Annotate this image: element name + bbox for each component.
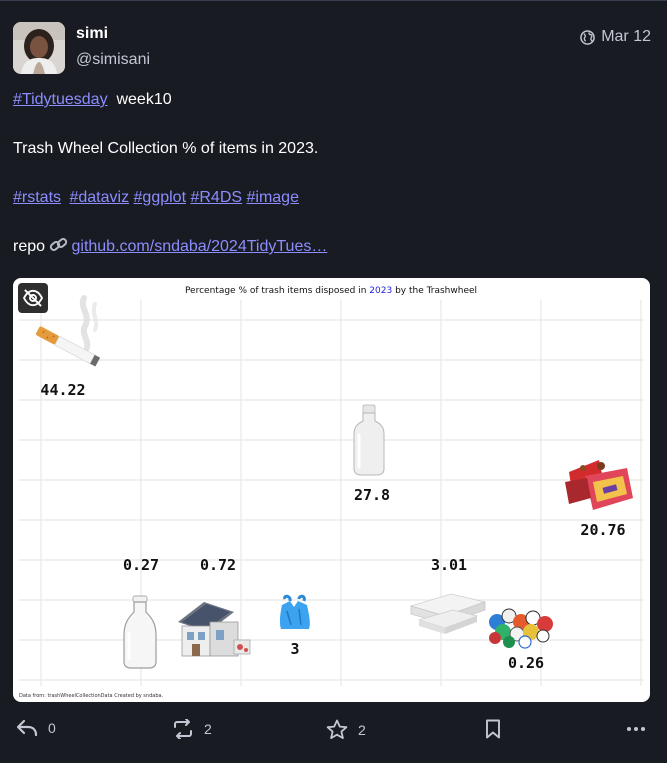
chart-title-year: 2023	[369, 286, 392, 296]
display-name[interactable]: simi	[76, 25, 108, 43]
data-label-polystyrene: 3.01	[431, 556, 467, 574]
repo-line: repo github.com/sndaba/2024TidyTues…	[13, 236, 653, 258]
boost-icon	[174, 719, 192, 739]
more-button[interactable]	[626, 719, 646, 739]
chart-title: Percentage % of trash items disposed in …	[185, 286, 477, 296]
bookmark-button[interactable]	[484, 719, 502, 739]
hashtag-rstats[interactable]: #rstats	[13, 189, 61, 206]
post-timestamp[interactable]: Mar 12	[580, 28, 651, 46]
avatar-image	[13, 22, 65, 74]
hashtag-dataviz[interactable]: #dataviz	[69, 189, 129, 206]
data-label-plastic-bag: 3	[290, 640, 299, 658]
chart-caption: Data from: trashWheelCollectionData Crea…	[19, 693, 164, 699]
week-text: week10	[116, 91, 172, 108]
media-attachment[interactable]: Percentage % of trash items disposed in …	[13, 278, 650, 702]
post-content: #Tidytuesday week10 Trash Wheel Collecti…	[13, 89, 653, 285]
favourite-count: 2	[358, 721, 366, 738]
wrapper-icon	[565, 460, 633, 510]
data-label-house: 0.72	[200, 556, 236, 574]
trash-chart: Percentage % of trash items disposed in …	[19, 286, 644, 699]
content-line-2: Trash Wheel Collection % of items in 202…	[13, 140, 319, 157]
data-label-sports-balls: 0.26	[508, 654, 544, 672]
reply-button[interactable]: 0	[16, 719, 56, 737]
sports-balls-icon	[489, 608, 553, 649]
more-icon	[627, 727, 645, 731]
data-label-plastic-bottle: 27.8	[354, 486, 390, 504]
data-label-cigarette: 44.22	[40, 381, 85, 399]
boost-button[interactable]: 2	[172, 719, 212, 739]
hashtag-tidytuesday[interactable]: #Tidytuesday	[13, 91, 108, 108]
timestamp-text: Mar 12	[601, 28, 651, 45]
house-icon	[178, 602, 251, 657]
hashtag-ggplot[interactable]: #ggplot	[134, 189, 187, 206]
link-icon	[50, 238, 68, 251]
hashtag-image[interactable]: #image	[247, 189, 299, 206]
globe-icon	[580, 29, 596, 45]
status-post: simi @simisani Mar 12 #Tidytuesday week1…	[0, 1, 667, 763]
reply-count: 0	[48, 720, 56, 736]
glass-bottle-icon	[123, 595, 157, 669]
favourite-button[interactable]: 2	[326, 719, 366, 740]
repo-label: repo	[13, 238, 46, 255]
eye-slash-icon	[22, 289, 44, 307]
avatar[interactable]	[13, 22, 65, 74]
hashtag-list: #rstats #dataviz #ggplot #R4DS #image	[13, 187, 653, 209]
plastic-bottle-icon	[353, 404, 385, 476]
bookmark-icon	[486, 719, 500, 739]
hashtag-r4ds[interactable]: #R4DS	[190, 189, 242, 206]
plastic-bag-icon	[279, 594, 310, 629]
action-bar: 0 2 2	[0, 719, 667, 749]
content-line-1: #Tidytuesday week10	[13, 89, 653, 111]
data-label-wrapper: 20.76	[580, 521, 625, 539]
star-icon	[326, 719, 348, 739]
data-label-glass-bottle: 0.27	[123, 556, 159, 574]
repo-link[interactable]: github.com/sndaba/2024TidyTues…	[71, 238, 327, 255]
account-handle[interactable]: @simisani	[76, 51, 150, 69]
boost-count: 2	[204, 721, 212, 737]
hide-media-button[interactable]	[18, 283, 48, 313]
reply-icon	[16, 719, 38, 737]
